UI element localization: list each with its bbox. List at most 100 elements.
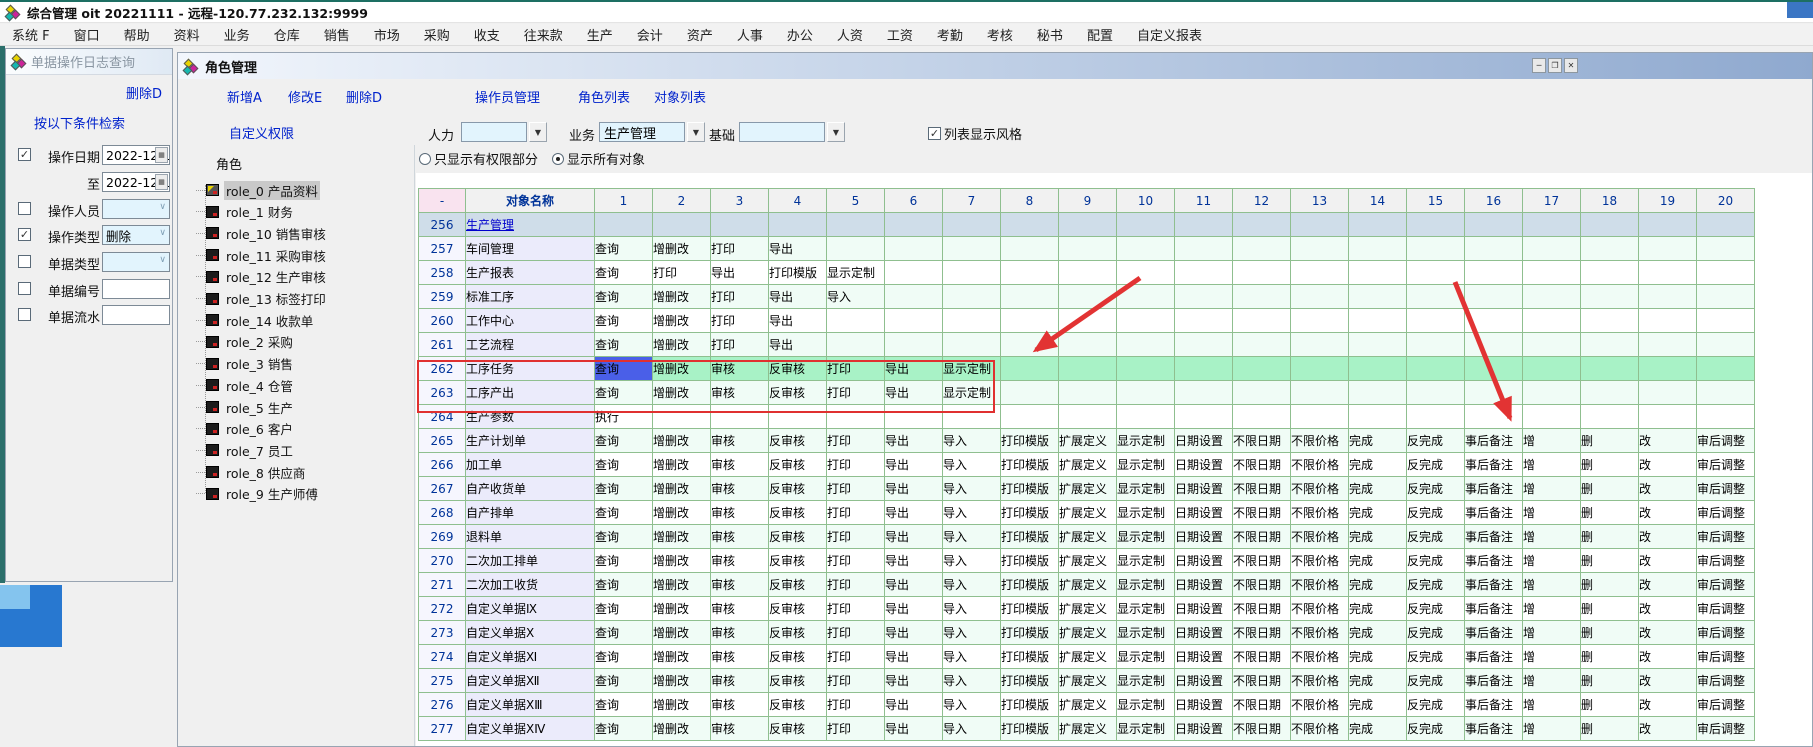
permission-cell[interactable]: 导入	[943, 597, 1001, 621]
permission-cell[interactable]	[1059, 357, 1117, 381]
permission-cell[interactable]: 打印	[827, 621, 885, 645]
permission-cell[interactable]: 审核	[711, 429, 769, 453]
permission-cell[interactable]: 扩展定义	[1059, 429, 1117, 453]
permission-cell[interactable]: 反审核	[769, 381, 827, 405]
permission-cell[interactable]: 不限日期	[1233, 621, 1291, 645]
permission-cell[interactable]: 增删改	[653, 573, 711, 597]
permission-cell[interactable]	[1233, 333, 1291, 357]
permission-cell[interactable]: 导出	[769, 285, 827, 309]
permission-cell[interactable]: 不限价格	[1291, 501, 1349, 525]
permission-cell[interactable]: 导出	[885, 669, 943, 693]
permission-cell[interactable]: 打印模版	[1001, 693, 1059, 717]
permission-cell[interactable]	[1233, 357, 1291, 381]
permission-cell[interactable]	[1581, 213, 1639, 237]
permission-cell[interactable]: 事后备注	[1465, 429, 1523, 453]
permission-cell[interactable]: 打印	[827, 453, 885, 477]
row-number-cell[interactable]: 269	[419, 525, 466, 549]
log-field-checkbox[interactable]: ✓	[18, 228, 31, 241]
permission-cell[interactable]	[943, 213, 1001, 237]
permission-cell[interactable]: 日期设置	[1175, 597, 1233, 621]
permission-cell[interactable]	[943, 333, 1001, 357]
tree-item-role_9[interactable]: role_9 生产师傅	[196, 485, 320, 503]
permission-cell[interactable]: 显示定制	[1117, 477, 1175, 501]
permission-cell[interactable]	[1175, 381, 1233, 405]
permission-cell[interactable]: 删	[1581, 549, 1639, 573]
permission-cell[interactable]: 打印模版	[1001, 429, 1059, 453]
object-name-cell[interactable]: 工序任务	[466, 357, 595, 381]
log-field-input[interactable]	[102, 279, 170, 299]
permission-cell[interactable]: 打印	[827, 501, 885, 525]
permission-cell[interactable]: 查询	[595, 693, 653, 717]
menu-item-考勤[interactable]: 考勤	[925, 25, 975, 44]
permission-cell[interactable]: 审核	[711, 621, 769, 645]
permission-cell[interactable]	[1349, 381, 1407, 405]
column-header-15[interactable]: 15	[1407, 189, 1465, 213]
permission-cell[interactable]	[1175, 405, 1233, 429]
object-name-cell[interactable]: 自定义单据Ⅹ	[466, 621, 595, 645]
log-field-checkbox[interactable]	[18, 308, 31, 321]
object-name-cell[interactable]: 加工单	[466, 453, 595, 477]
permission-cell[interactable]: 打印	[711, 333, 769, 357]
permission-cell[interactable]	[1581, 309, 1639, 333]
log-field-input[interactable]: ∨	[102, 252, 170, 272]
permission-cell[interactable]: 反完成	[1407, 645, 1465, 669]
object-name-cell[interactable]: 工艺流程	[466, 333, 595, 357]
permission-cell[interactable]: 增删改	[653, 453, 711, 477]
column-header-11[interactable]: 11	[1175, 189, 1233, 213]
permission-cell[interactable]: 反审核	[769, 429, 827, 453]
permission-cell[interactable]: 导入	[943, 453, 1001, 477]
permission-cell[interactable]: 打印模版	[1001, 645, 1059, 669]
permission-cell[interactable]	[1059, 333, 1117, 357]
permission-cell[interactable]	[1001, 381, 1059, 405]
permission-cell[interactable]: 打印	[653, 261, 711, 285]
permission-cell[interactable]: 反完成	[1407, 717, 1465, 741]
permission-cell[interactable]: 反审核	[769, 669, 827, 693]
permission-cell[interactable]: 反完成	[1407, 453, 1465, 477]
permission-cell[interactable]	[1059, 285, 1117, 309]
permission-cell[interactable]: 增删改	[653, 501, 711, 525]
minimize-button[interactable]: ─	[1532, 58, 1546, 73]
permission-cell[interactable]	[1001, 237, 1059, 261]
column-header-9[interactable]: 9	[1059, 189, 1117, 213]
object-name-cell[interactable]: 自定义单据Ⅺ	[466, 645, 595, 669]
permission-cell[interactable]: 导出	[711, 261, 769, 285]
permission-cell[interactable]	[827, 213, 885, 237]
permission-cell[interactable]	[1697, 261, 1755, 285]
permission-cell[interactable]: 打印模版	[1001, 549, 1059, 573]
permission-cell[interactable]: 改	[1639, 693, 1697, 717]
permission-cell[interactable]: 导入	[943, 669, 1001, 693]
permission-cell[interactable]: 扩展定义	[1059, 501, 1117, 525]
tree-item-role_14[interactable]: role_14 收款单	[196, 311, 315, 329]
permission-cell[interactable]	[1523, 213, 1581, 237]
permission-cell[interactable]: 不限日期	[1233, 525, 1291, 549]
permission-cell[interactable]: 扩展定义	[1059, 645, 1117, 669]
filter-combo-2[interactable]: 生产管理	[599, 122, 685, 142]
permission-cell[interactable]: 显示定制	[1117, 645, 1175, 669]
permission-cell[interactable]: 增	[1523, 429, 1581, 453]
permission-cell[interactable]: 不限价格	[1291, 525, 1349, 549]
permission-cell[interactable]	[1001, 309, 1059, 333]
permission-cell[interactable]: 不限日期	[1233, 717, 1291, 741]
permission-cell[interactable]: 导入	[943, 501, 1001, 525]
permission-cell[interactable]	[1001, 333, 1059, 357]
permission-cell[interactable]: 不限价格	[1291, 669, 1349, 693]
permission-cell[interactable]	[943, 237, 1001, 261]
permission-cell[interactable]: 日期设置	[1175, 429, 1233, 453]
role-list-link[interactable]: 角色列表	[578, 87, 630, 106]
permission-cell[interactable]	[1465, 261, 1523, 285]
permission-cell[interactable]	[1059, 237, 1117, 261]
tree-item-role_8[interactable]: role_8 供应商	[196, 463, 307, 481]
permission-cell[interactable]	[1523, 405, 1581, 429]
permission-cell[interactable]: 导出	[885, 357, 943, 381]
permission-cell[interactable]: 增	[1523, 525, 1581, 549]
permission-cell[interactable]: 改	[1639, 669, 1697, 693]
permission-cell[interactable]	[1117, 405, 1175, 429]
permission-cell[interactable]: 增	[1523, 717, 1581, 741]
row-number-cell[interactable]: 258	[419, 261, 466, 285]
permission-cell[interactable]: 审后调整	[1697, 501, 1755, 525]
permission-cell[interactable]: 审核	[711, 477, 769, 501]
row-number-cell[interactable]: 257	[419, 237, 466, 261]
permission-cell[interactable]: 日期设置	[1175, 525, 1233, 549]
menu-item-资产[interactable]: 资产	[675, 25, 725, 44]
column-header-5[interactable]: 5	[827, 189, 885, 213]
